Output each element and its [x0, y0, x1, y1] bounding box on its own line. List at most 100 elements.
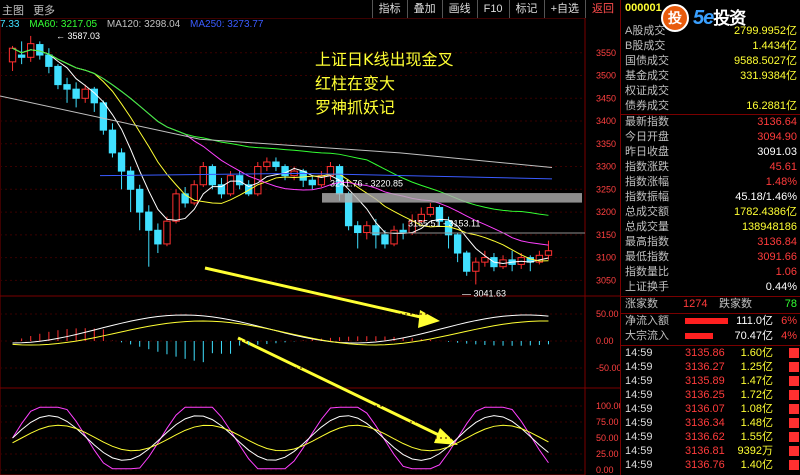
index-stat-row: 总成交量 138948186 [621, 220, 800, 235]
stat-label: 总成交量 [625, 221, 669, 233]
turnover-row: B股成交 1.4434亿 [621, 39, 800, 54]
stat-label: 指数涨跌 [625, 161, 669, 173]
candle-body [272, 161, 280, 168]
stat-label: 基金成交 [625, 70, 669, 82]
stat-value: 45.18/1.46% [735, 191, 797, 203]
candle-body [226, 175, 235, 195]
gap-box [322, 193, 582, 203]
tick-volume: 1.48亿 [740, 417, 773, 429]
stat-label: 国债成交 [625, 55, 669, 67]
candle-body [199, 166, 207, 186]
price-tick-label: 3300 [596, 162, 616, 172]
tick-price: 3135.89 [685, 375, 725, 387]
tick-volume: 1.08亿 [740, 403, 773, 415]
price-tick-label: 3350 [596, 139, 616, 149]
stat-value: 1.4434亿 [752, 40, 797, 52]
candle-body [263, 161, 271, 168]
overlay-button[interactable]: 叠加 [406, 0, 442, 18]
stat-value: 9588.5027亿 [734, 55, 797, 67]
stat-value: 2799.9952亿 [734, 25, 797, 37]
stat-value: 3136.84 [757, 236, 797, 248]
draw-line-button[interactable]: 画线 [441, 0, 477, 18]
tick-volume: 1.72亿 [740, 389, 773, 401]
tick-direction-icon [789, 376, 799, 386]
legend-ma120: MA120: 3298.04 [106, 19, 181, 30]
candle-body [472, 261, 480, 272]
flow-value: 70.47亿 [734, 330, 773, 342]
down-count: 78 [784, 298, 797, 310]
ma5-line [12, 47, 549, 265]
index-stat-row: 指数振幅 45.18/1.46% [621, 190, 800, 205]
stat-value: 138948186 [741, 221, 797, 233]
candle-body [390, 229, 398, 245]
stat-label: 昨日收盘 [625, 146, 669, 158]
candle-body [281, 166, 289, 177]
index-stat-row: 昨日收盘 3091.03 [621, 145, 800, 160]
tick-time: 14:59 [625, 389, 653, 401]
indicator-button[interactable]: 指标 [371, 0, 407, 18]
candle-body [99, 102, 108, 131]
tick-direction-icon [789, 348, 799, 358]
tick-price: 3136.07 [685, 403, 725, 415]
legend-ma250: MA250: 3273.77 [190, 19, 264, 30]
tick-price: 3135.86 [685, 347, 725, 359]
quote-panel: 000001 投 5e投资 A股成交 2799.9952亿 B股成交 1.4434亿国… [620, 0, 800, 475]
index-stat-row: 最新指数 3136.64 [621, 115, 800, 130]
more-tab[interactable]: 更多 [33, 5, 55, 17]
index-stat-row: 总成交额 1782.4386亿 [621, 205, 800, 220]
candle-body [208, 166, 217, 186]
tick-direction-icon [789, 390, 799, 400]
candle-body [72, 88, 80, 99]
stat-label: 指数振幅 [625, 191, 669, 203]
tick-row: 14:59 3135.89 1.47亿 [621, 374, 800, 389]
kdj-tick-label: 25.00 [596, 449, 619, 459]
f10-button[interactable]: F10 [476, 0, 509, 18]
stat-label: 今日开盘 [625, 131, 669, 143]
kdj-tick-label: 100.00 [596, 401, 620, 411]
kline-chart[interactable]: 3550 3500 3450 3400 3350 3300 3250 3200 3150 3100… [0, 18, 620, 475]
price-tick-label: 3550 [596, 48, 616, 58]
mark-button[interactable]: 标记 [508, 0, 544, 18]
tick-price: 3136.81 [685, 445, 725, 457]
main-chart-tab[interactable]: 主图 [2, 5, 24, 17]
stat-value: 331.9384亿 [740, 70, 797, 82]
turnover-row: 权证成交 [621, 84, 800, 99]
chart-toolbar: 主图 更多 指标 叠加 画线 F10 标记 +自选 返回 [0, 0, 620, 18]
down-count-label: 跌家数 [719, 298, 752, 310]
tick-row: 14:59 3136.25 1.72亿 [621, 388, 800, 403]
tick-direction-icon [789, 460, 799, 470]
tick-price: 3136.76 [685, 459, 725, 471]
candle-body [481, 257, 489, 263]
up-count: 1274 [683, 298, 708, 310]
candle-body [117, 152, 126, 172]
candle-body [235, 175, 244, 186]
turnover-row: A股成交 2799.9952亿 [621, 24, 800, 39]
tick-direction-icon [789, 432, 799, 442]
macd-tick-label: 50.00 [596, 309, 619, 319]
legend-ma60: MA60: 3217.05 [29, 19, 98, 30]
add-watchlist-button[interactable]: +自选 [543, 0, 585, 18]
tick-time: 14:59 [625, 431, 653, 443]
back-button[interactable]: 返回 [585, 0, 620, 18]
tick-row: 14:59 3136.62 1.55亿 [621, 430, 800, 445]
index-code: 000001 [625, 2, 662, 14]
candle-body [136, 188, 144, 213]
ma120-line [0, 95, 553, 168]
candle-body [544, 250, 553, 256]
tick-price: 3136.27 [685, 361, 725, 373]
toolbar-left: 主图 更多 [2, 2, 61, 18]
up-count-label: 涨家数 [625, 298, 658, 310]
candle-body [308, 179, 316, 186]
ma-legend: 7.33 MA60: 3217.05 MA120: 3298.04 MA250:… [0, 19, 270, 30]
price-tick-label: 3050 [596, 275, 616, 285]
candle-body [17, 54, 26, 58]
flow-row: 大宗流入 70.47亿 4% [621, 329, 800, 344]
stat-label: 最高指数 [625, 236, 669, 248]
candle-body [399, 229, 407, 234]
tick-row: 14:59 3136.07 1.08亿 [621, 402, 800, 417]
flow-bar [685, 318, 728, 324]
kdj-tick-label: 50.00 [596, 433, 619, 443]
flow-row: 净流入额 111.0亿 6% [621, 314, 800, 329]
annotation-line-1: 上证日K线出现金叉 [315, 50, 454, 69]
stat-value: 45.61 [769, 161, 797, 173]
